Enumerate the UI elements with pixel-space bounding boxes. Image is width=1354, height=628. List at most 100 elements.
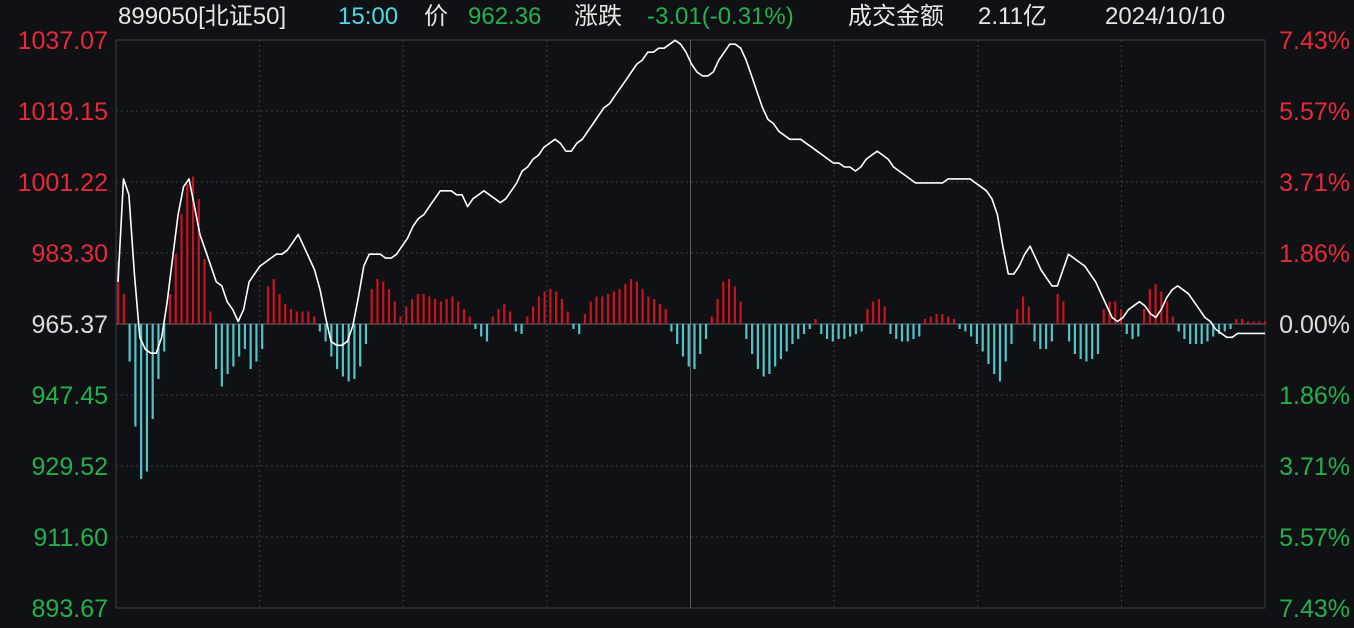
volume-bar-down [1091,324,1094,359]
volume-bar-down [249,324,252,369]
volume-bar-down [214,324,218,369]
volume-bar-up [272,279,275,324]
volume-bar-up [1119,309,1123,324]
volume-bar-down [140,324,143,479]
volume-bar-up [872,301,875,324]
volume-bar-up [122,294,125,324]
volume-bar-up [203,259,206,324]
right-axis-tick: 5.57% [1279,98,1350,126]
volume-bar-up [428,296,431,324]
volume-bar-up [727,279,731,324]
volume-bar-up [883,306,886,324]
volume-bar-up [405,306,408,324]
volume-bar-down [347,324,350,382]
volume-bars [117,176,1267,479]
left-axis-tick: 1037.07 [18,27,108,55]
volume-bar-up [1056,294,1059,324]
volume-bar-down [670,324,673,332]
volume-bar-down [889,324,892,334]
volume-bar-down [1079,324,1082,359]
volume-bar-down [353,324,356,379]
volume-bar-down [837,324,840,339]
volume-bar-up [197,199,200,324]
volume-bar-down [1068,324,1071,342]
volume-bar-up [399,316,402,324]
volume-bar-up [209,311,212,324]
volume-bar-up [537,296,540,324]
volume-bar-up [601,296,604,324]
volume-bar-up [416,294,419,324]
volume-bar-down [820,324,823,334]
volume-bar-up [1258,321,1261,324]
volume-bar-up [393,301,396,324]
volume-bar-down [825,324,829,339]
volume-bar-down [1004,324,1007,362]
volume-bar-down [1177,324,1180,332]
volume-bar-down [336,324,339,369]
volume-bar-down [970,324,973,337]
volume-bar-up [186,184,189,324]
volume-bar-up [635,281,638,324]
right-axis-tick: 5.57% [1279,524,1350,552]
volume-bar-down [1125,324,1128,334]
volume-bar-down [226,324,229,374]
volume-bar-up [629,279,633,324]
volume-bar-down [1137,324,1140,337]
volume-bar-down [687,324,690,367]
volume-bar-down [1183,324,1186,339]
volume-bar-up [555,291,558,324]
volume-bar-up [653,299,656,324]
volume-bar-up [566,311,569,324]
volume-bar-down [745,324,748,339]
volume-bar-down [1223,324,1226,332]
volume-bar-down [255,324,258,362]
volume-bar-up [1062,301,1065,324]
volume-bar-up [1016,309,1019,324]
volume-bar-down [699,324,702,354]
volume-bar-up [266,286,270,324]
right-axis-tick: 7.43% [1279,27,1350,55]
volume-bar-up [935,314,938,324]
left-axis-tick: 893.67 [32,595,108,623]
volume-bar-down [779,324,783,359]
volume-bar-down [975,324,979,344]
volume-bar-up [462,309,466,324]
volume-bar-down [808,324,811,329]
volume-bar-down [261,324,264,349]
volume-bar-down [774,324,777,367]
volume-bar-up [491,316,494,324]
left-axis-tick: 911.60 [33,524,108,552]
volume-bar-down [785,324,788,352]
volume-bar-down [912,324,915,339]
volume-bar-up [1142,309,1146,324]
volume-bar-up [1264,321,1267,324]
volume-bar-down [854,324,857,334]
volume-bar-up [618,289,621,324]
volume-bar-down [762,324,765,377]
volume-bar-up [180,214,183,324]
volume-bar-down [797,324,800,339]
volume-bar-up [410,299,414,324]
volume-bar-up [658,304,661,324]
volume-bar-up [624,284,627,324]
volume-bar-down [157,324,160,379]
volume-bar-down [520,324,523,334]
volume-bar-down [220,324,223,387]
price-line-group [117,39,1265,355]
right-axis-tick: 0.00% [1279,311,1350,339]
volume-bar-down [681,324,685,357]
volume-bar-down [693,324,696,369]
volume-bar-down [756,324,759,369]
volume-bar-up [168,294,172,324]
volume-bar-down [1033,324,1036,342]
volume-bar-up [952,319,955,324]
volume-bar-up [1252,321,1255,324]
left-axis-tick: 929.52 [32,453,108,481]
volume-bar-down [1206,324,1209,342]
volume-bar-down [1194,324,1198,344]
volume-bar-up [468,316,471,324]
volume-bar-up [814,319,817,324]
volume-bar-up [1171,316,1174,324]
volume-bar-up [370,289,373,324]
volume-bar-down [134,324,137,427]
